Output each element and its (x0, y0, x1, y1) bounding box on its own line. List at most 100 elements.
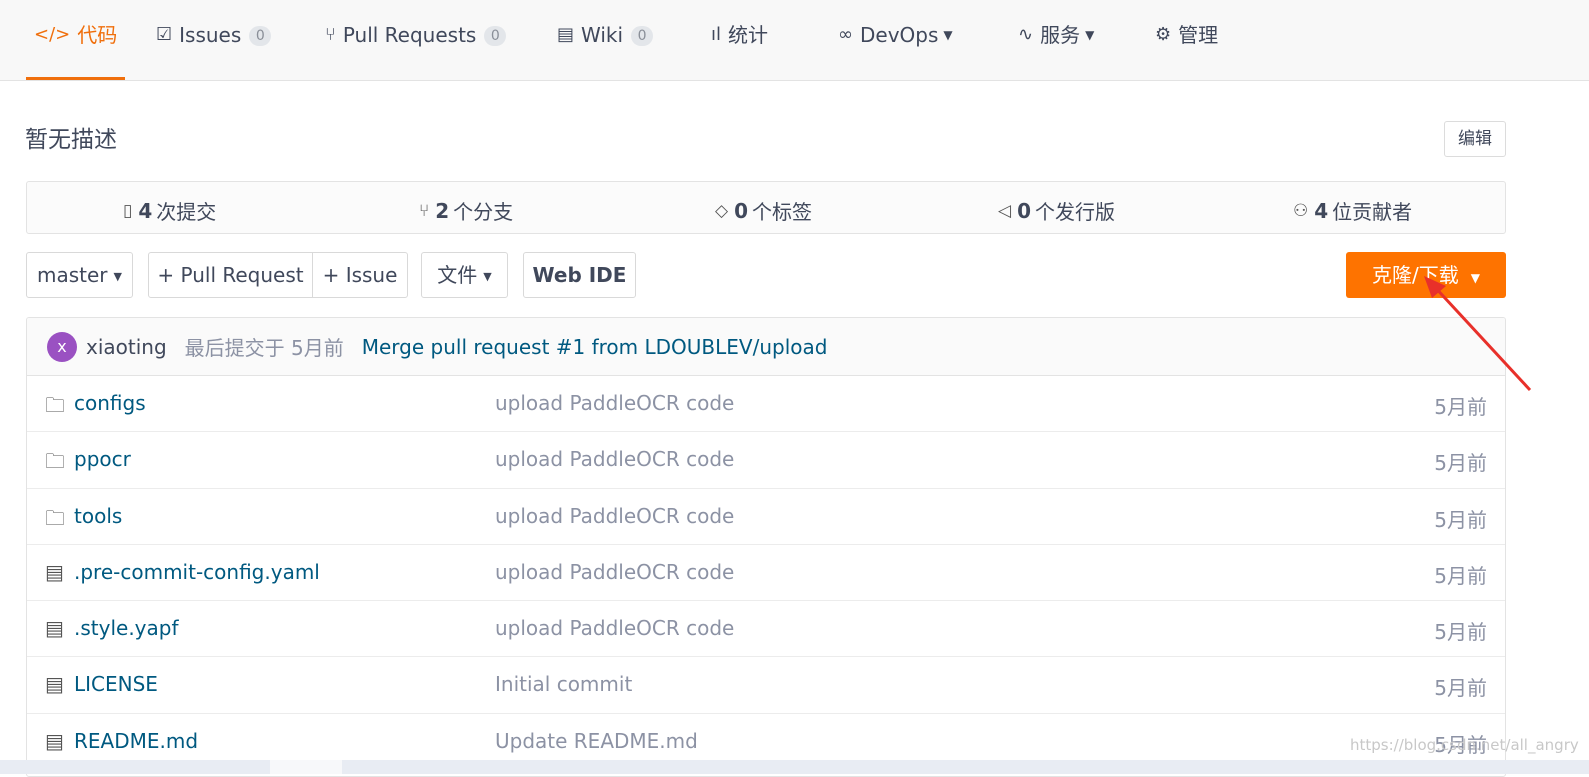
issues-count-badge: 0 (249, 26, 272, 46)
commits-label: 次提交 (156, 200, 217, 224)
repo-tab-bar: </> 代码 ☑ Issues 0 ⑂ Pull Requests 0 ▤ Wi… (0, 0, 1589, 81)
folder-icon: 🗀 (45, 393, 65, 417)
file-name-link[interactable]: configs (74, 391, 146, 415)
folder-icon: 🗀 (45, 505, 65, 530)
chevron-down-icon: ▼ (943, 28, 953, 42)
file-commit-time: 5月前 (1434, 620, 1487, 645)
commit-message-link[interactable]: Merge pull request #1 from LDOUBLEV/uplo… (362, 335, 828, 359)
repo-stats-bar: ▯ 4 次提交 ⑂ 2 个分支 ◇ 0 个标签 ◁ 0 个发行版 ⚇ 4 位贡献… (26, 181, 1506, 234)
file-icon: ▤ (45, 728, 64, 753)
contributors-icon: ⚇ (1293, 200, 1309, 221)
stat-branches[interactable]: ⑂ 2 个分支 (419, 196, 513, 225)
annotation-arrow-icon (1424, 276, 1532, 392)
file-commit-message[interactable]: upload PaddleOCR code (495, 560, 734, 584)
web-ide-button[interactable]: Web IDE (523, 252, 636, 298)
chart-icon: ıl (711, 24, 722, 45)
issues-icon: ☑ (156, 24, 173, 45)
commits-count: 4 (138, 198, 153, 223)
chevron-down-icon: ▼ (113, 269, 122, 283)
file-name-link[interactable]: LICENSE (74, 672, 158, 696)
commit-time: 最后提交于 5月前 (184, 336, 344, 360)
file-name-link[interactable]: .pre-commit-config.yaml (74, 560, 320, 584)
horizontal-scrollbar[interactable] (0, 760, 1589, 774)
stat-commits[interactable]: ▯ 4 次提交 (123, 196, 216, 225)
pull-requests-count-badge: 0 (484, 26, 507, 46)
branches-count: 2 (435, 198, 450, 223)
watermark: https://blog.csdn.net/all_angry (1350, 736, 1579, 754)
tab-manage-label: 管理 (1178, 23, 1219, 47)
tag-icon: ◇ (715, 200, 729, 221)
new-issue-button[interactable]: + Issue (312, 252, 408, 298)
file-commit-message[interactable]: Initial commit (495, 672, 632, 696)
edit-description-button[interactable]: 编辑 (1444, 121, 1506, 157)
file-name-link[interactable]: .style.yapf (74, 616, 179, 640)
wiki-icon: ▤ (557, 24, 575, 45)
tab-pull-requests-label: Pull Requests (342, 23, 477, 47)
tab-pull-requests[interactable]: ⑂ Pull Requests 0 (325, 20, 507, 80)
tab-services[interactable]: ∿ 服务 ▼ (1018, 20, 1094, 80)
pulse-icon: ∿ (1018, 24, 1034, 45)
tab-code[interactable]: </> 代码 (26, 20, 126, 80)
file-commit-time: 5月前 (1434, 507, 1487, 532)
pull-request-icon: ⑂ (325, 24, 336, 45)
file-menu-label: 文件 (437, 263, 478, 287)
tab-issues[interactable]: ☑ Issues 0 (156, 20, 272, 80)
commit-icon: ▯ (123, 200, 133, 221)
file-name-link[interactable]: tools (74, 504, 122, 528)
table-row: ▤ LICENSE Initial commit 5月前 (27, 657, 1505, 714)
table-row: 🗀 ppocr upload PaddleOCR code 5月前 (27, 432, 1505, 489)
file-name-link[interactable]: ppocr (74, 447, 131, 471)
file-icon: ▤ (45, 559, 64, 584)
contributors-count: 4 (1314, 198, 1329, 223)
branch-select-label: master (37, 263, 108, 287)
file-commit-time: 5月前 (1434, 563, 1487, 588)
stat-releases[interactable]: ◁ 0 个发行版 (998, 196, 1115, 225)
avatar[interactable]: x (47, 331, 77, 362)
tab-issues-label: Issues (179, 23, 242, 47)
tab-devops-label: DevOps (860, 23, 939, 47)
scrollbar-thumb[interactable] (270, 760, 342, 774)
file-commit-message[interactable]: upload PaddleOCR code (495, 616, 734, 640)
file-menu-button[interactable]: 文件 ▼ (421, 252, 508, 298)
tags-label: 个标签 (752, 200, 812, 224)
table-row: 🗀 configs upload PaddleOCR code 5月前 (27, 376, 1505, 433)
wiki-count-badge: 0 (631, 26, 654, 46)
release-icon: ◁ (998, 200, 1012, 221)
file-commit-time: 5月前 (1434, 676, 1487, 701)
tab-statistics[interactable]: ıl 统计 (711, 20, 768, 80)
file-list: x xiaoting 最后提交于 5月前 Merge pull request … (26, 317, 1506, 777)
file-icon: ▤ (45, 672, 64, 697)
branch-select[interactable]: master ▼ (26, 252, 133, 298)
file-commit-message[interactable]: upload PaddleOCR code (495, 391, 734, 415)
tab-statistics-label: 统计 (728, 23, 769, 47)
tags-count: 0 (734, 198, 748, 223)
active-tab-indicator (26, 77, 126, 80)
stat-tags[interactable]: ◇ 0 个标签 (715, 196, 812, 225)
code-icon: </> (34, 24, 71, 45)
folder-icon: 🗀 (45, 449, 65, 474)
chevron-down-icon: ▼ (483, 269, 492, 283)
chevron-down-icon: ▼ (1085, 28, 1095, 42)
tab-code-label: 代码 (77, 23, 118, 47)
latest-commit-bar: x xiaoting 最后提交于 5月前 Merge pull request … (27, 318, 1505, 376)
commit-author[interactable]: xiaoting (86, 335, 167, 359)
file-icon: ▤ (45, 616, 64, 641)
new-pull-request-button[interactable]: + Pull Request (148, 252, 313, 298)
table-row: ▤ .pre-commit-config.yaml upload PaddleO… (27, 545, 1505, 602)
stat-contributors[interactable]: ⚇ 4 位贡献者 (1293, 196, 1412, 225)
file-commit-message[interactable]: upload PaddleOCR code (495, 504, 734, 528)
file-commit-message[interactable]: Update README.md (495, 729, 698, 753)
branch-icon: ⑂ (419, 200, 430, 221)
contributors-label: 位贡献者 (1332, 200, 1413, 224)
file-commit-message[interactable]: upload PaddleOCR code (495, 447, 734, 471)
branches-label: 个分支 (453, 200, 514, 224)
file-name-link[interactable]: README.md (74, 729, 198, 753)
tab-services-label: 服务 (1040, 23, 1081, 47)
manage-icon: ⚙ (1155, 24, 1172, 45)
tab-wiki-label: Wiki (581, 23, 624, 47)
table-row: 🗀 tools upload PaddleOCR code 5月前 (27, 489, 1505, 545)
tab-manage[interactable]: ⚙ 管理 (1155, 20, 1218, 80)
tab-devops[interactable]: ∞ DevOps ▼ (838, 20, 953, 80)
tab-wiki[interactable]: ▤ Wiki 0 (557, 20, 654, 80)
releases-label: 个发行版 (1035, 200, 1115, 224)
